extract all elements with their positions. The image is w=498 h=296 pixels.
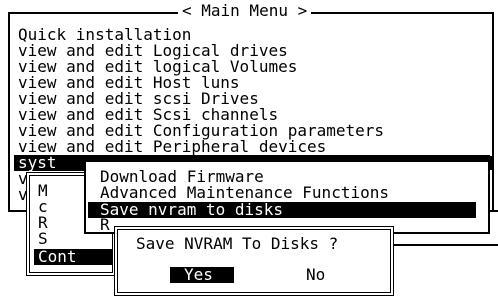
dialog-connector-line	[394, 244, 498, 246]
system-functions-item[interactable]: S	[38, 231, 48, 247]
submenu-item-partial: R	[100, 215, 110, 234]
dialog-title: Save NVRAM To Disks ?	[136, 234, 339, 253]
submenu-item-save-nvram-label: Save nvram to disks	[100, 200, 284, 219]
dialog-no-button[interactable]: No	[306, 267, 325, 283]
menu-item-peripheral-devices[interactable]: view and edit Peripheral devices	[18, 139, 326, 155]
main-menu-title: < Main Menu >	[178, 3, 312, 19]
dialog-yes-label: Yes	[184, 265, 213, 284]
submenu-right-tick	[490, 210, 498, 212]
submenu-item-advanced-maintenance[interactable]: Advanced Maintenance Functions	[100, 185, 389, 201]
system-functions-controller-label: Cont	[38, 247, 77, 266]
submenu-right-edge	[488, 156, 494, 170]
